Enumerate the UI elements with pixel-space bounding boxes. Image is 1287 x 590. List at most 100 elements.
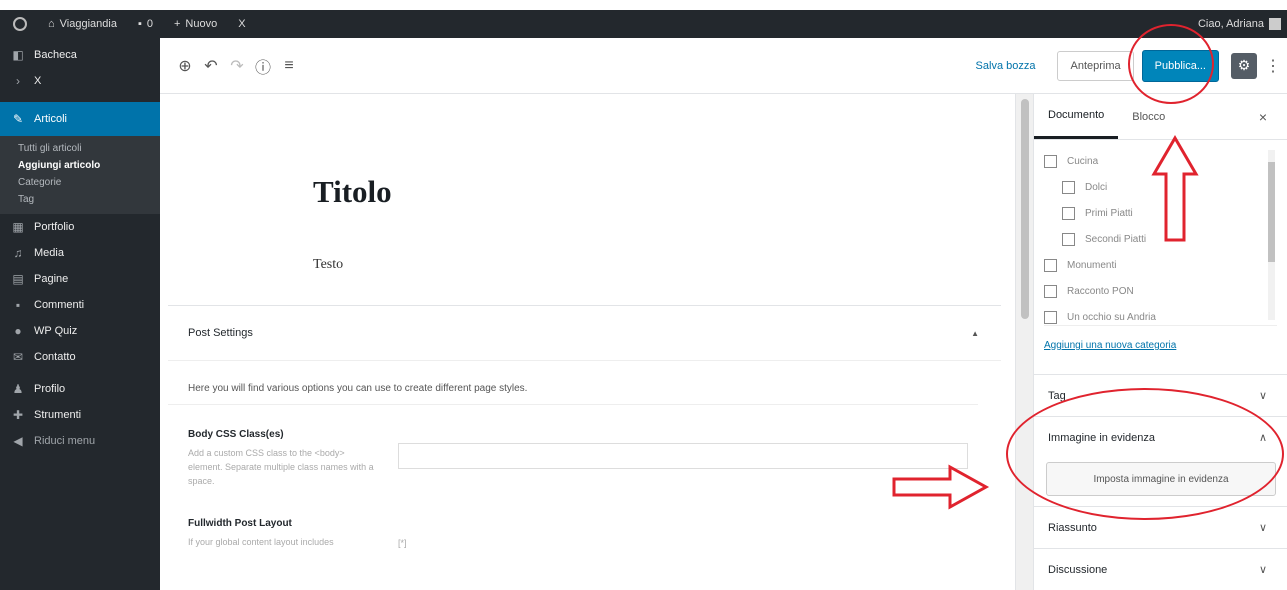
fullwidth-field: Fullwidth Post Layout If your global con… — [168, 488, 1001, 549]
info-icon[interactable]: ⓘ — [250, 54, 276, 78]
dashboard-icon: ◧ — [12, 48, 24, 62]
category-scroll-thumb[interactable] — [1268, 162, 1275, 262]
menu-item-portfolio[interactable]: ▦ Portfolio — [0, 214, 160, 240]
category-item[interactable]: Racconto PON — [1044, 278, 1277, 304]
wordpress-icon — [13, 17, 27, 31]
checkbox[interactable] — [1062, 206, 1075, 220]
category-label: Monumenti — [1067, 259, 1117, 271]
home-icon: ⌂ — [48, 18, 55, 30]
wp-logo-menu[interactable] — [0, 10, 35, 38]
submenu-all-posts[interactable]: Tutti gli articoli — [0, 140, 160, 157]
editor-scrollbar[interactable] — [1015, 94, 1033, 590]
scrollbar-thumb[interactable] — [1021, 99, 1029, 319]
set-featured-image-button[interactable]: Imposta immagine in evidenza — [1046, 462, 1276, 496]
category-item[interactable]: Cucina — [1044, 148, 1277, 174]
media-icon: ♫ — [13, 246, 23, 260]
body-css-hint: Add a custom CSS class to the <body> ele… — [188, 448, 374, 486]
body-css-input[interactable] — [398, 443, 968, 469]
panel-label: Riassunto — [1048, 521, 1097, 534]
comments-count: 0 — [146, 18, 153, 30]
checkbox[interactable] — [1044, 310, 1057, 324]
category-item[interactable]: Secondi Piatti — [1044, 226, 1277, 252]
more-options-icon[interactable]: ⋮ — [1265, 56, 1281, 76]
post-settings-header[interactable]: Post Settings ▲ — [168, 306, 1001, 361]
menu-label: Contatto — [34, 351, 76, 363]
menu-item-riduci[interactable]: ◀ Riduci menu — [0, 428, 160, 454]
category-list: Cucina Dolci Primi Piatti Secondi Piatti… — [1044, 148, 1277, 326]
preview-button[interactable]: Anteprima — [1057, 50, 1134, 81]
category-label: Primi Piatti — [1085, 207, 1133, 219]
checkbox[interactable] — [1062, 232, 1075, 246]
checkbox[interactable] — [1044, 258, 1057, 272]
menu-label: Portfolio — [34, 221, 75, 233]
menu-label: Bacheca — [34, 49, 77, 61]
category-item[interactable]: Primi Piatti — [1044, 200, 1277, 226]
undo-icon[interactable]: ↶ — [198, 56, 224, 76]
menu-label: WP Quiz — [34, 325, 78, 337]
menu-item-x[interactable]: › X — [0, 68, 160, 94]
menu-item-contatto[interactable]: ✉ Contatto — [0, 344, 160, 370]
redo-icon[interactable]: ↷ — [224, 56, 250, 76]
add-category-link[interactable]: Aggiungi una nuova categoria — [1034, 326, 1287, 374]
new-label: Nuovo — [185, 18, 218, 30]
menu-item-wp-quiz[interactable]: ● WP Quiz — [0, 318, 160, 344]
menu-item-strumenti[interactable]: ✚ Strumenti — [0, 402, 160, 428]
add-block-icon[interactable]: ⊕ — [172, 56, 198, 76]
site-name: Viaggiandia — [59, 18, 117, 30]
panel-discussion[interactable]: Discussione ∨ — [1034, 548, 1287, 590]
menu-item-articoli[interactable]: ✎ Articoli — [0, 102, 160, 136]
category-item[interactable]: Dolci — [1044, 174, 1277, 200]
submenu-add-post[interactable]: Aggiungi articolo — [0, 157, 160, 174]
panel-label: Immagine in evidenza — [1048, 431, 1156, 444]
category-label: Dolci — [1085, 181, 1108, 193]
submenu-categories[interactable]: Categorie — [0, 174, 160, 191]
post-title[interactable]: Titolo — [313, 174, 392, 210]
checkbox[interactable] — [1044, 284, 1057, 298]
chevron-down-icon: ∨ — [1258, 390, 1267, 402]
tab-block[interactable]: Blocco — [1118, 94, 1179, 139]
category-label: Secondi Piatti — [1085, 233, 1147, 245]
menu-item-pagine[interactable]: ▤ Pagine — [0, 266, 160, 292]
menu-label: Pagine — [34, 273, 69, 285]
menu-item-profilo[interactable]: ♟ Profilo — [0, 376, 160, 402]
account-menu[interactable]: Ciao, Adriana — [1185, 10, 1287, 38]
post-settings-description: Here you will find various options you c… — [168, 361, 978, 405]
post-paragraph[interactable]: Testo — [313, 257, 343, 273]
pages-icon: ▤ — [12, 272, 24, 286]
category-label: Cucina — [1067, 155, 1099, 167]
panel-tag[interactable]: Tag ∨ — [1034, 374, 1287, 416]
caret-up-icon[interactable]: ▲ — [971, 329, 979, 338]
menu-label: Profilo — [34, 383, 66, 395]
site-name-link[interactable]: ⌂ Viaggiandia — [35, 10, 125, 38]
category-item[interactable]: Monumenti — [1044, 252, 1277, 278]
pin-icon: ✎ — [12, 112, 24, 126]
new-content-link[interactable]: + Nuovo — [161, 10, 225, 38]
category-item[interactable]: Un occhio su Andria — [1044, 304, 1277, 325]
body-css-field: Body CSS Class(es) Add a custom CSS clas… — [168, 405, 1001, 488]
panel-featured-image[interactable]: Immagine in evidenza ∧ — [1034, 416, 1287, 458]
category-scrollbar[interactable] — [1268, 150, 1275, 320]
checkbox[interactable] — [1044, 154, 1057, 168]
submenu-tags[interactable]: Tag — [0, 191, 160, 208]
save-draft-button[interactable]: Salva bozza — [976, 60, 1036, 72]
menu-item-commenti[interactable]: ▪ Commenti — [0, 292, 160, 318]
user-icon: ♟ — [12, 382, 24, 396]
panel-excerpt[interactable]: Riassunto ∨ — [1034, 506, 1287, 548]
menu-label: Media — [34, 247, 64, 259]
outline-icon[interactable]: ≡ — [276, 57, 302, 75]
close-icon[interactable]: × — [1259, 109, 1267, 125]
menu-label: Riduci menu — [34, 435, 96, 447]
checkbox[interactable] — [1062, 180, 1075, 194]
tab-document[interactable]: Documento — [1034, 94, 1119, 139]
tools-icon: ✚ — [12, 408, 24, 422]
comments-link[interactable]: ▪ 0 — [125, 10, 161, 38]
menu-label: Articoli — [34, 113, 68, 125]
fullwidth-value[interactable]: [*] — [398, 538, 407, 548]
settings-gear-icon[interactable]: ⚙ — [1231, 52, 1257, 79]
menu-item-bacheca[interactable]: ◧ Bacheca — [0, 42, 160, 68]
featured-image-section: Imposta immagine in evidenza — [1034, 458, 1287, 506]
extra-link[interactable]: X — [225, 10, 253, 38]
quiz-icon: ● — [14, 324, 22, 338]
publish-button[interactable]: Pubblica... — [1141, 49, 1219, 82]
menu-item-media[interactable]: ♫ Media — [0, 240, 160, 266]
